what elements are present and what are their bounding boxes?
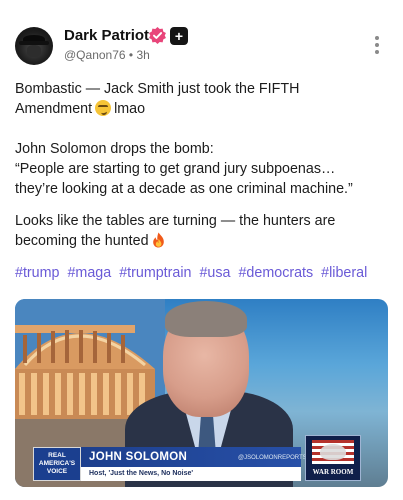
hashtag-link[interactable]: #maga <box>67 265 111 281</box>
hashtag-link[interactable]: #trumptrain <box>119 265 191 281</box>
post-text-line: Amendment lmao <box>15 99 145 119</box>
hashtag-link[interactable]: #democrats <box>238 265 313 281</box>
post-text-line: Bombastic — Jack Smith just took the FIF… <box>15 81 300 97</box>
lower-third-subtitle: Host, 'Just the News, No Noise' <box>81 467 301 481</box>
post-text-line: John Solomon drops the bomb: <box>15 141 214 157</box>
fire-emoji-icon <box>152 232 164 248</box>
post-text-line: they’re looking at a decade as one crimi… <box>15 181 353 197</box>
verified-badge-icon <box>149 26 166 45</box>
author-name[interactable]: Dark Patriot <box>64 27 149 44</box>
network-logo-line: AMERICA'S <box>38 460 76 467</box>
network-logo: REAL AMERICA'S VOICE <box>33 447 81 481</box>
post-text-line: Looks like the tables are turning — the … <box>15 213 336 229</box>
post-text-fragment: Amendment <box>15 101 93 117</box>
hashtag-list: #trump #maga #trumptrain #usa #democrats… <box>15 265 371 281</box>
author-handle[interactable]: @Qanon76 <box>64 48 126 62</box>
video-thumbnail[interactable]: REAL AMERICA'S VOICE JOHN SOLOMON Host, … <box>15 299 388 487</box>
network-logo-line: REAL <box>48 452 66 459</box>
author-handle-and-time: @Qanon76 • 3h <box>64 48 150 62</box>
hashtag-link[interactable]: #liberal <box>321 265 367 281</box>
author-avatar[interactable] <box>15 27 53 65</box>
show-logo-text: WAR ROOM <box>312 468 354 476</box>
hashtag-link[interactable]: #usa <box>199 265 230 281</box>
meta-separator: • <box>128 48 134 62</box>
post-text-fragment: becoming the hunted <box>15 233 149 249</box>
lower-third-handle: @JSOLOMONREPORTS <box>238 455 307 461</box>
war-room-logo: WAR ROOM <box>305 435 361 481</box>
presenter-hair <box>165 301 247 337</box>
vertical-ellipsis-icon[interactable] <box>370 36 384 56</box>
hashtag-link[interactable]: #trump <box>15 265 60 281</box>
avatar-face <box>27 45 41 57</box>
post-text-line: becoming the hunted <box>15 231 165 251</box>
eagle-icon <box>320 444 346 460</box>
post-text-fragment: lmao <box>114 101 146 117</box>
post-text-line: “People are starting to get grand jury s… <box>15 161 336 177</box>
network-logo-line: VOICE <box>46 468 68 475</box>
post-time[interactable]: 3h <box>136 48 149 62</box>
social-post: Dark Patriot + @Qanon76 • 3h Bombastic —… <box>0 0 403 500</box>
smirking-face-emoji-icon <box>95 100 112 116</box>
plus-badge-icon: + <box>170 27 188 45</box>
